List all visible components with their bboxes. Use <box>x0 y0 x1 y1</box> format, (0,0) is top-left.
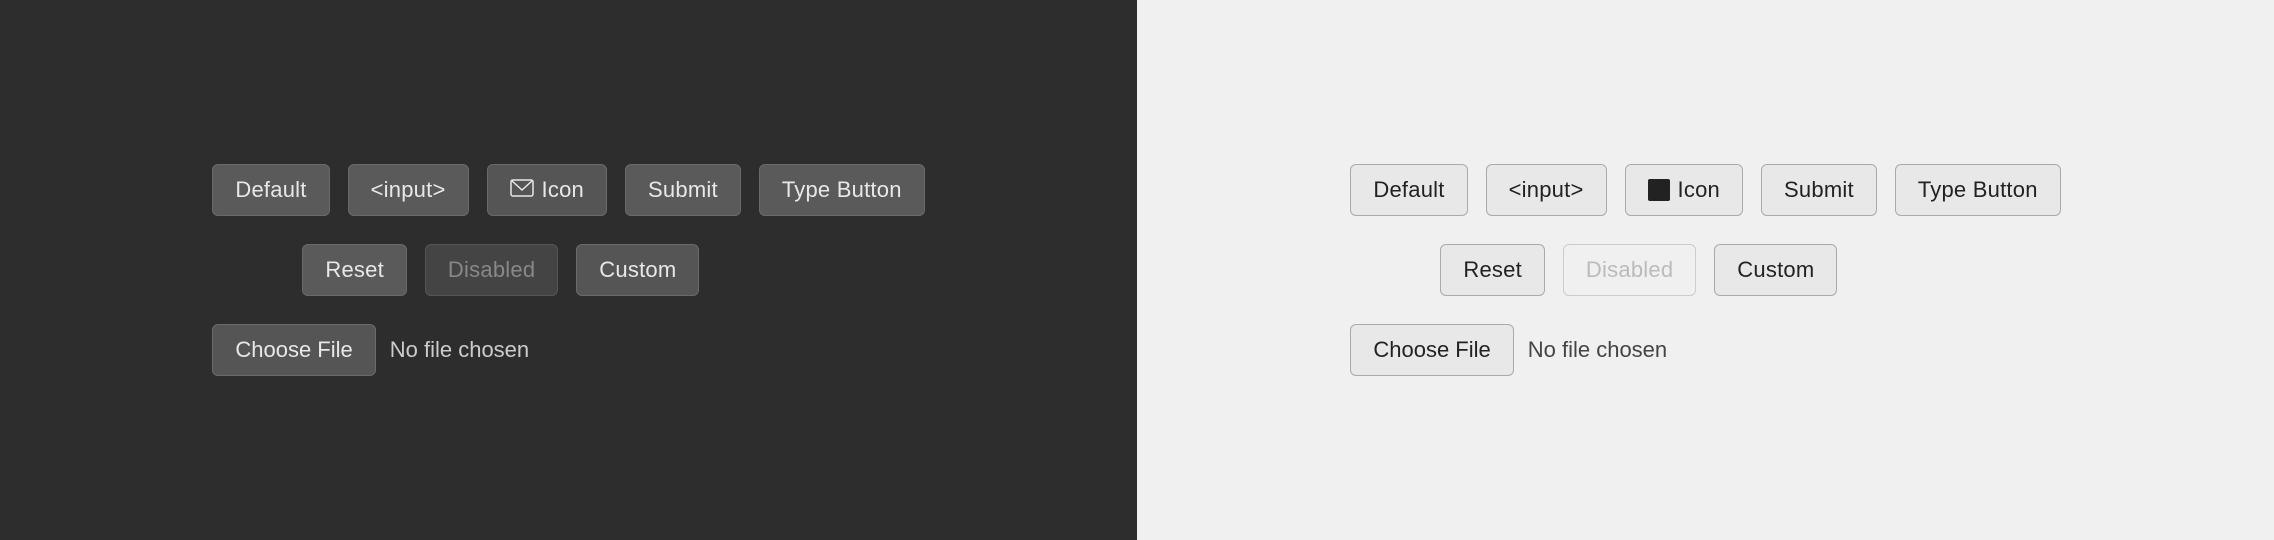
dark-choose-file-button[interactable]: Choose File <box>212 324 375 376</box>
dark-no-file-label: No file chosen <box>390 337 529 363</box>
light-row-1: Default <input> Icon Submit Type Button <box>1350 164 2060 216</box>
dark-button-group: Default <input> Icon Submit Type Button … <box>212 164 924 376</box>
light-input-button[interactable]: <input> <box>1486 164 1607 216</box>
dark-type-button[interactable]: Type Button <box>759 164 925 216</box>
dark-icon-button[interactable]: Icon <box>487 164 607 216</box>
light-panel: Default <input> Icon Submit Type Button … <box>1137 0 2274 540</box>
light-file-input-row: Choose File No file chosen <box>1350 324 1667 376</box>
light-submit-button[interactable]: Submit <box>1761 164 1877 216</box>
dark-reset-button[interactable]: Reset <box>302 244 407 296</box>
light-default-button[interactable]: Default <box>1350 164 1467 216</box>
dark-input-button[interactable]: <input> <box>348 164 469 216</box>
dark-submit-button[interactable]: Submit <box>625 164 741 216</box>
dark-file-input-row: Choose File No file chosen <box>212 324 529 376</box>
email-icon <box>510 177 534 203</box>
dark-disabled-button: Disabled <box>425 244 558 296</box>
light-choose-file-button[interactable]: Choose File <box>1350 324 1513 376</box>
dark-row-1: Default <input> Icon Submit Type Button <box>212 164 924 216</box>
light-row-2: Reset Disabled Custom <box>1440 244 1837 296</box>
light-icon-button-label: Icon <box>1678 177 1720 203</box>
dark-custom-button[interactable]: Custom <box>576 244 699 296</box>
light-disabled-button: Disabled <box>1563 244 1696 296</box>
dark-row-2: Reset Disabled Custom <box>302 244 699 296</box>
light-reset-button[interactable]: Reset <box>1440 244 1545 296</box>
light-button-group: Default <input> Icon Submit Type Button … <box>1350 164 2060 376</box>
dark-default-button[interactable]: Default <box>212 164 329 216</box>
light-no-file-label: No file chosen <box>1528 337 1667 363</box>
dark-panel: Default <input> Icon Submit Type Button … <box>0 0 1137 540</box>
dark-icon-button-label: Icon <box>542 177 584 203</box>
light-type-button[interactable]: Type Button <box>1895 164 2061 216</box>
light-icon-button[interactable]: Icon <box>1625 164 1743 216</box>
square-icon <box>1648 179 1670 201</box>
light-custom-button[interactable]: Custom <box>1714 244 1837 296</box>
